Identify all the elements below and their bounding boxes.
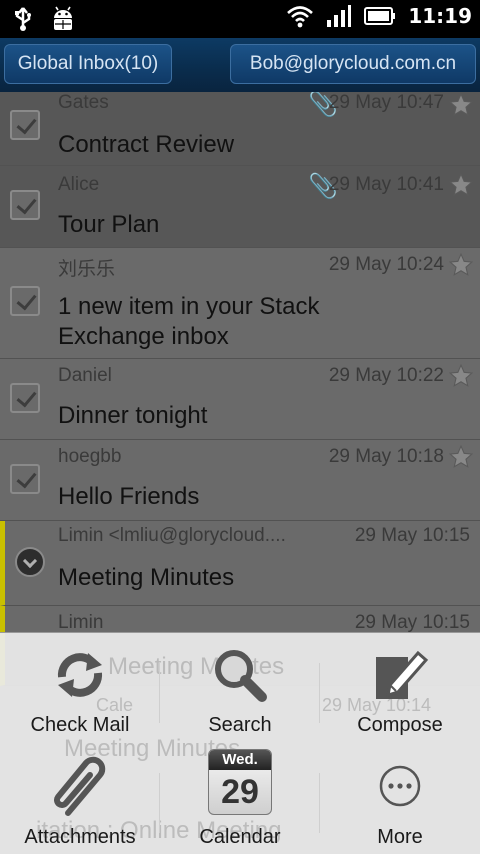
email-sender: Limin <lmliu@glorycloud....	[58, 525, 286, 546]
usb-icon	[15, 7, 31, 31]
email-sender: Limin	[58, 612, 104, 633]
menu-label: More	[377, 826, 423, 848]
email-row[interactable]: Alice 📎 29 May 10:41 Tour Plan	[0, 166, 480, 248]
battery-icon	[364, 7, 396, 25]
star-icon[interactable]	[448, 444, 474, 470]
email-row[interactable]: hoegbb 29 May 10:18 Hello Friends	[0, 440, 480, 521]
select-checkbox[interactable]	[10, 110, 40, 140]
calendar-icon: Wed. 29	[208, 749, 272, 815]
star-icon[interactable]	[448, 172, 474, 198]
calendar-day-name: Wed.	[209, 750, 271, 770]
menu-label: Attachments	[24, 826, 136, 848]
email-date: 29 May 10:24	[328, 254, 444, 275]
email-subject: Contract Review	[58, 131, 235, 158]
calendar-button[interactable]: Wed. 29 Calendar	[160, 745, 320, 854]
magnifier-icon	[215, 650, 267, 702]
account-label: Bob@glorycloud.com.cn	[249, 53, 457, 74]
compose-button[interactable]: Compose	[320, 633, 480, 743]
expand-thread-icon[interactable]	[15, 547, 45, 577]
select-checkbox[interactable]	[10, 286, 40, 316]
email-subject: Hello Friends	[58, 483, 200, 510]
email-subject: 1 new item in your Stack Exchange inbox	[58, 293, 320, 350]
select-checkbox[interactable]	[10, 383, 40, 413]
menu-label: Check Mail	[30, 714, 130, 736]
attachments-button[interactable]: Attachments	[0, 745, 160, 854]
email-date: 29 May 10:47	[328, 92, 444, 113]
compose-icon	[376, 650, 429, 699]
more-button[interactable]: More	[320, 745, 480, 854]
search-button[interactable]: Search	[160, 633, 320, 743]
email-date: 29 May 10:41	[328, 174, 444, 195]
check-mail-button[interactable]: Check Mail	[0, 633, 160, 743]
email-sender: Alice	[58, 174, 100, 195]
inbox-header: Global Inbox(10) Bob@glorycloud.com.cn	[0, 38, 480, 92]
status-bar: 11:19	[0, 0, 480, 38]
menu-label: Search	[208, 714, 272, 736]
global-inbox-label: Global Inbox(10)	[17, 53, 159, 74]
email-sender: hoegbb	[58, 446, 122, 467]
star-icon[interactable]	[448, 92, 474, 118]
calendar-day-number: 29	[221, 773, 259, 811]
refresh-icon	[57, 653, 103, 697]
android-debug-icon	[54, 6, 72, 30]
select-checkbox[interactable]	[10, 190, 40, 220]
signal-icon	[327, 5, 352, 27]
email-subject: Tour Plan	[58, 211, 160, 238]
more-icon	[379, 765, 421, 807]
paperclip-icon	[54, 756, 106, 816]
options-menu: Meeting Minutes Cale 29 May 10:14 Meetin…	[0, 632, 480, 854]
email-sender: Daniel	[58, 365, 112, 386]
wifi-icon	[287, 6, 314, 28]
email-sender: Gates	[58, 92, 109, 113]
email-row[interactable]: Gates 📎 29 May 10:47 Contract Review	[0, 92, 480, 166]
menu-label: Compose	[357, 714, 443, 736]
email-row[interactable]: Daniel 29 May 10:22 Dinner tonight	[0, 359, 480, 440]
email-row[interactable]: 刘乐乐 29 May 10:24 1 new item in your Stac…	[0, 248, 480, 359]
global-inbox-button[interactable]: Global Inbox(10)	[4, 44, 172, 84]
star-icon[interactable]	[448, 252, 474, 278]
email-date: 29 May 10:22	[328, 365, 444, 386]
email-subject: Dinner tonight	[58, 402, 208, 429]
email-date: 29 May 10:15	[354, 525, 470, 546]
menu-label: Calendar	[199, 826, 281, 848]
clock: 11:19	[408, 4, 472, 28]
account-selector-button[interactable]: Bob@glorycloud.com.cn	[230, 44, 476, 84]
email-subject: Meeting Minutes	[58, 564, 235, 591]
email-sender: 刘乐乐	[58, 259, 116, 280]
email-row-selected[interactable]: Limin <lmliu@glorycloud.... 29 May 10:15…	[0, 521, 480, 606]
star-icon[interactable]	[448, 363, 474, 389]
email-date: 29 May 10:15	[354, 612, 470, 633]
select-checkbox[interactable]	[10, 464, 40, 494]
email-date: 29 May 10:18	[328, 446, 444, 467]
